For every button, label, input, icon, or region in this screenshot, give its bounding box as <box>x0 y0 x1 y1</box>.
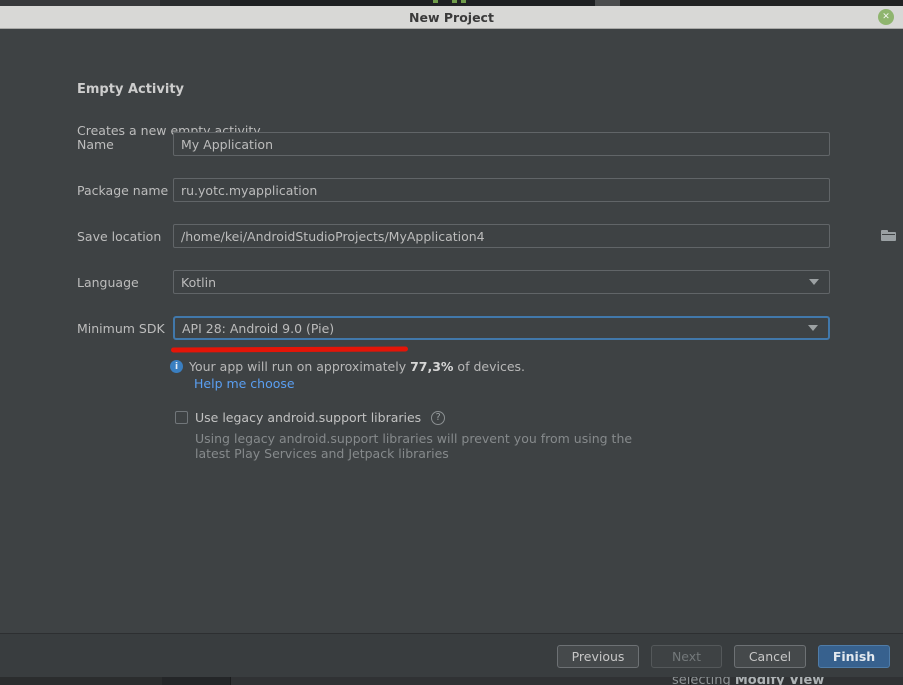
next-button[interactable]: Next <box>651 645 722 668</box>
save-location-input[interactable] <box>173 224 830 248</box>
device-percentage: 77,3% <box>410 359 453 374</box>
help-me-choose-link[interactable]: Help me choose <box>194 376 295 391</box>
legacy-note-line2: latest Play Services and Jetpack librari… <box>195 446 449 461</box>
info-icon: i <box>170 360 183 373</box>
package-name-input[interactable] <box>173 178 830 202</box>
language-label: Language <box>77 275 139 290</box>
chevron-down-icon <box>809 279 819 285</box>
folder-browse-icon[interactable] <box>881 230 896 241</box>
save-location-label: Save location <box>77 229 161 244</box>
finish-button[interactable]: Finish <box>818 645 890 668</box>
template-heading: Empty Activity <box>77 82 184 97</box>
legacy-libraries-row: Use legacy android.support libraries ? <box>175 410 445 425</box>
sdk-info-text: Your app will run on approximately 77,3%… <box>189 359 525 374</box>
dialog-body: Empty Activity Creates a new empty activ… <box>0 29 903 633</box>
red-underline-annotation <box>171 346 408 352</box>
sdk-info-row: i Your app will run on approximately 77,… <box>170 359 525 374</box>
previous-button[interactable]: Previous <box>557 645 639 668</box>
dialog-title: New Project <box>409 10 494 25</box>
package-name-label: Package name <box>77 183 168 198</box>
chevron-down-icon <box>808 325 818 331</box>
background-segment <box>162 677 230 685</box>
help-question-icon[interactable]: ? <box>431 411 445 425</box>
minimum-sdk-dropdown[interactable]: API 28: Android 9.0 (Pie) <box>173 316 830 340</box>
background-partial-text: selecting Modify View <box>672 677 824 685</box>
dialog-buttonbar: Previous Next Cancel Finish <box>0 634 903 677</box>
background-window-bottom: selecting Modify View <box>0 677 903 685</box>
name-input[interactable] <box>173 132 830 156</box>
language-value: Kotlin <box>181 275 809 290</box>
background-artifact <box>452 0 457 3</box>
minimum-sdk-label: Minimum SDK <box>77 321 165 336</box>
screen: New Project ✕ Empty Activity Creates a n… <box>0 0 903 685</box>
close-button[interactable]: ✕ <box>878 9 894 25</box>
legacy-note-line1: Using legacy android.support libraries w… <box>195 431 632 446</box>
name-label: Name <box>77 137 114 152</box>
legacy-libraries-checkbox[interactable] <box>175 411 188 424</box>
background-segment <box>0 677 162 685</box>
background-artifact <box>461 0 466 3</box>
close-icon: ✕ <box>882 13 890 22</box>
minimum-sdk-value: API 28: Android 9.0 (Pie) <box>182 321 808 336</box>
background-artifact <box>433 0 438 3</box>
background-segment <box>231 677 690 685</box>
legacy-libraries-label: Use legacy android.support libraries <box>195 410 421 425</box>
dialog-titlebar[interactable]: New Project ✕ <box>0 6 903 29</box>
cancel-button[interactable]: Cancel <box>734 645 806 668</box>
language-dropdown[interactable]: Kotlin <box>173 270 830 294</box>
